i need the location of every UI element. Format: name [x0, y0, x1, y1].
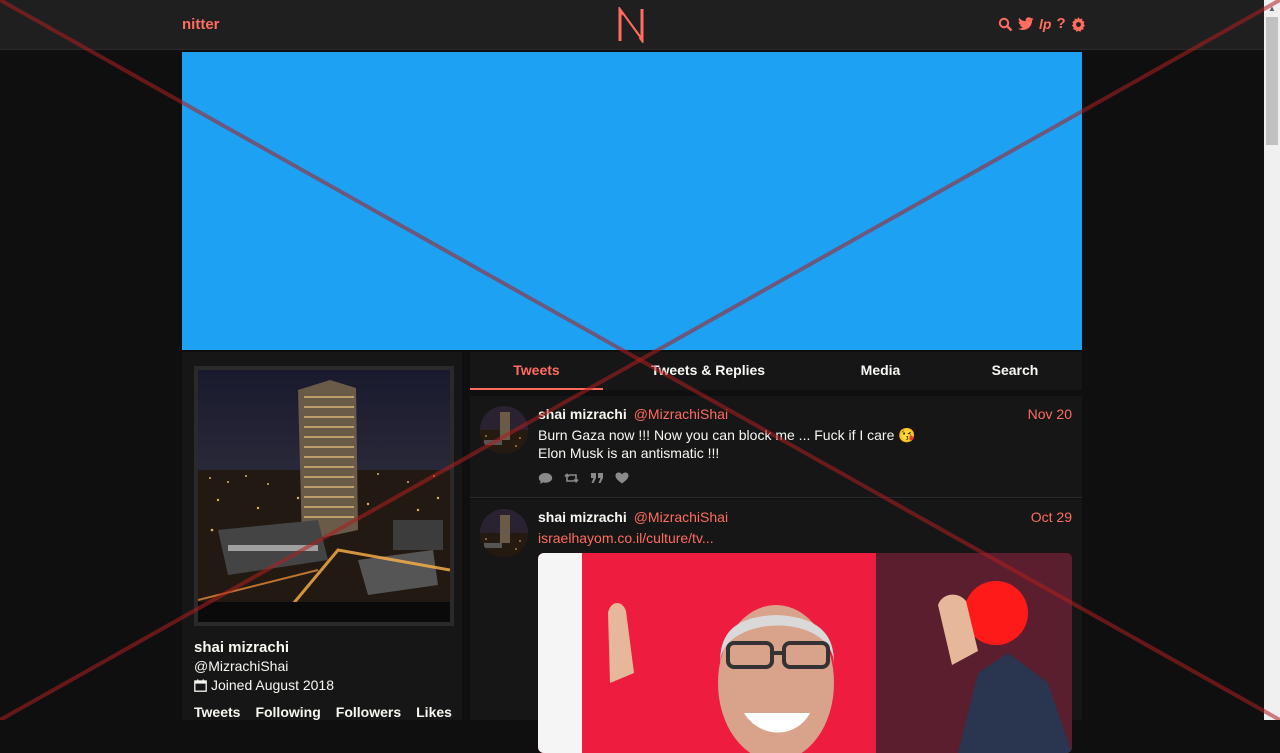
- profile-name[interactable]: shai mizrachi: [194, 639, 289, 656]
- avatar-city-photo: [198, 370, 450, 622]
- nitter-logo[interactable]: [617, 7, 645, 43]
- reply-icon[interactable]: [538, 472, 553, 485]
- tab-search[interactable]: Search: [948, 352, 1082, 390]
- stat-following-label[interactable]: Following: [255, 704, 320, 720]
- tweet-date[interactable]: Oct 29: [1031, 509, 1072, 525]
- tweet-header: shai mizrachi @MizrachiShai: [538, 406, 728, 422]
- tweet-item[interactable]: shai mizrachi @MizrachiShai Nov 20 Burn …: [470, 396, 1082, 498]
- tweet-avatar[interactable]: [480, 509, 528, 557]
- tweet-author-name[interactable]: shai mizrachi: [538, 509, 627, 525]
- profile-stats: Tweets Following Followers Likes: [194, 704, 452, 720]
- joined-date-label: Joined August 2018: [211, 677, 334, 693]
- navbar: nitter lp ?: [0, 0, 1264, 50]
- tab-tweets[interactable]: Tweets: [470, 352, 603, 390]
- tab-media[interactable]: Media: [813, 352, 948, 390]
- scroll-thumb[interactable]: [1266, 17, 1278, 145]
- profile-joined: Joined August 2018: [194, 677, 334, 693]
- nav-icons: lp ?: [998, 15, 1086, 33]
- profile-handle[interactable]: @MizrachiShai: [194, 658, 288, 674]
- tweet-author-handle[interactable]: @MizrachiShai: [634, 509, 728, 525]
- profile-banner[interactable]: [182, 52, 1082, 350]
- tweet-link[interactable]: israelhayom.co.il/culture/tv...: [538, 530, 714, 546]
- retweet-icon[interactable]: [564, 472, 579, 484]
- help-icon[interactable]: ?: [1056, 15, 1065, 33]
- tweet-text-line: Elon Musk is an antismatic !!!: [538, 445, 720, 461]
- tweet-date[interactable]: Nov 20: [1028, 406, 1072, 422]
- timeline-tabs: Tweets Tweets & Replies Media Search: [470, 352, 1082, 390]
- tab-tweets-replies[interactable]: Tweets & Replies: [603, 352, 813, 390]
- scroll-up-arrow-icon[interactable]: ▲: [1264, 0, 1280, 17]
- calendar-icon: [194, 679, 207, 692]
- tweet-header: shai mizrachi @MizrachiShai: [538, 509, 728, 525]
- tweet-text: Burn Gaza now !!! Now you can block me .…: [538, 426, 916, 462]
- tweet-item[interactable]: shai mizrachi @MizrachiShai Oct 29 israe…: [470, 499, 1082, 753]
- tweet-stats: [538, 472, 629, 485]
- tweet-author-name[interactable]: shai mizrachi: [538, 406, 627, 422]
- search-icon[interactable]: [998, 17, 1013, 32]
- gear-icon[interactable]: [1071, 16, 1086, 32]
- tweet-media-image[interactable]: [538, 553, 1072, 753]
- brand-link[interactable]: nitter: [182, 16, 220, 33]
- tweet-text-line: Burn Gaza now !!! Now you can block me .…: [538, 427, 916, 443]
- stat-likes-label[interactable]: Likes: [416, 704, 452, 720]
- heart-icon[interactable]: [615, 472, 629, 484]
- stat-tweets-label[interactable]: Tweets: [194, 704, 240, 720]
- profile-avatar[interactable]: [194, 366, 454, 626]
- twitter-bird-icon[interactable]: [1018, 17, 1034, 31]
- quote-icon[interactable]: [590, 472, 604, 484]
- tweet-author-handle[interactable]: @MizrachiShai: [634, 406, 728, 422]
- liberapay-icon[interactable]: lp: [1039, 15, 1051, 33]
- tweet-avatar[interactable]: [480, 406, 528, 454]
- stat-followers-label[interactable]: Followers: [336, 704, 401, 720]
